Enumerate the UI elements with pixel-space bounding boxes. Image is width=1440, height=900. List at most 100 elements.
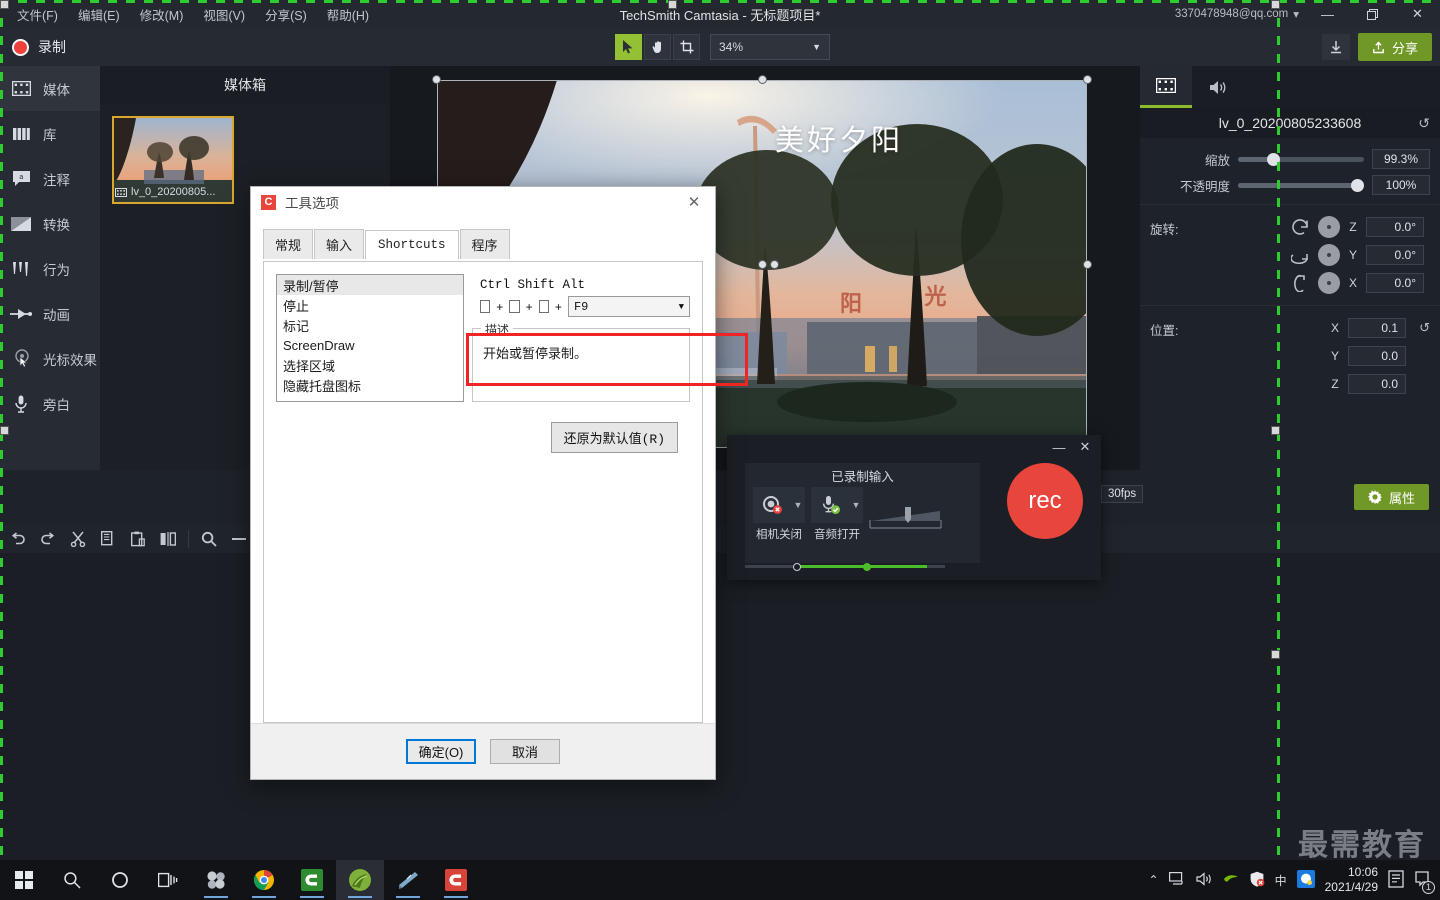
qq-icon[interactable]: [1296, 869, 1315, 891]
cancel-button[interactable]: 取消: [490, 739, 560, 764]
close-button[interactable]: ✕: [1395, 0, 1440, 28]
sidebar-item-library[interactable]: 库: [0, 111, 100, 156]
menu-view[interactable]: 视图(V): [194, 1, 254, 28]
download-button[interactable]: [1321, 34, 1350, 60]
sidebar-item-annotations[interactable]: a 注释: [0, 156, 100, 201]
ok-button[interactable]: 确定(O): [406, 739, 476, 764]
menu-edit[interactable]: 编辑(E): [69, 1, 129, 28]
paste-icon[interactable]: [124, 526, 152, 552]
restore-defaults-button[interactable]: 还原为默认值(R): [550, 422, 678, 453]
search-icon[interactable]: [195, 526, 223, 552]
cortana-icon[interactable]: [96, 860, 144, 900]
resize-handle-tl[interactable]: [432, 75, 441, 84]
opacity-value[interactable]: 100%: [1372, 175, 1430, 195]
scale-slider[interactable]: [1238, 152, 1364, 166]
list-item-select-area[interactable]: 选择区域: [277, 355, 463, 375]
alt-checkbox[interactable]: [538, 300, 549, 313]
resize-handle-tc[interactable]: [758, 75, 767, 84]
tab-shortcuts[interactable]: Shortcuts: [365, 230, 459, 259]
undo-icon[interactable]: [4, 526, 32, 552]
account-menu[interactable]: 3370478948@qq.com ▾: [1175, 7, 1305, 21]
select-tool-button[interactable]: [615, 34, 642, 60]
camera-dropdown-chevron-down-icon[interactable]: ▼: [791, 487, 805, 523]
recorder-close-button[interactable]: ✕: [1073, 437, 1097, 457]
tab-general[interactable]: 常规: [263, 229, 314, 259]
sidebar-item-voice-narration[interactable]: 旁白: [0, 381, 100, 426]
task-view-icon[interactable]: [144, 860, 192, 900]
dialog-close-button[interactable]: ✕: [673, 187, 715, 217]
start-recording-button[interactable]: rec: [1007, 463, 1083, 539]
audio-level-meter[interactable]: [869, 495, 942, 532]
shift-checkbox[interactable]: [509, 300, 520, 313]
tab-program[interactable]: 程序: [459, 229, 510, 259]
key-select[interactable]: F9 ▼: [567, 296, 691, 317]
reset-icon[interactable]: ↺: [1418, 115, 1430, 132]
list-item-stop[interactable]: 停止: [277, 295, 463, 315]
resize-handle-mr[interactable]: [1083, 260, 1092, 269]
list-item-record-pause[interactable]: 录制/暂停: [277, 275, 463, 295]
zoom-out-icon[interactable]: [225, 526, 253, 552]
sticky-notes-icon[interactable]: [384, 860, 432, 900]
properties-button[interactable]: 属性: [1353, 484, 1429, 510]
menu-modify[interactable]: 修改(M): [131, 1, 193, 28]
position-z-value[interactable]: 0.0: [1348, 374, 1406, 394]
copy-icon[interactable]: [94, 526, 122, 552]
tab-inputs[interactable]: 输入: [314, 229, 365, 259]
menu-help[interactable]: 帮助(H): [318, 1, 378, 28]
list-item-hide-tray-icon[interactable]: 隐藏托盘图标: [277, 375, 463, 395]
ime-icon[interactable]: 中: [1275, 872, 1287, 889]
network-icon[interactable]: [1168, 871, 1186, 889]
zoom-level-select[interactable]: 34% ▼: [710, 34, 830, 60]
volume-icon[interactable]: [1195, 871, 1213, 889]
sidebar-item-cursor-effects[interactable]: 光标效果: [0, 336, 100, 381]
resize-handle-tr[interactable]: [1083, 75, 1092, 84]
split-icon[interactable]: [154, 526, 182, 552]
windows-start-icon[interactable]: [0, 860, 48, 900]
rotation-z-dial[interactable]: [1318, 216, 1340, 238]
notification-icon[interactable]: 1: [1414, 870, 1435, 894]
app-icon[interactable]: [192, 860, 240, 900]
wallpaper-app-icon[interactable]: [336, 860, 384, 900]
minimize-button[interactable]: —: [1305, 0, 1350, 28]
nvidia-icon[interactable]: [1223, 873, 1239, 888]
camera-toggle[interactable]: ▼: [753, 487, 805, 523]
camtasia-green-icon[interactable]: [288, 860, 336, 900]
rotation-x-value[interactable]: 0.0°: [1366, 273, 1424, 293]
center-handle[interactable]: [770, 260, 779, 269]
media-bin-item[interactable]: lv_0_20200805...: [112, 116, 234, 204]
search-icon[interactable]: [48, 860, 96, 900]
sidebar-item-transitions[interactable]: 转换: [0, 201, 100, 246]
cut-icon[interactable]: [64, 526, 92, 552]
chevron-up-icon[interactable]: ⌃: [1149, 873, 1159, 887]
notes-icon[interactable]: [1388, 869, 1404, 891]
menu-share[interactable]: 分享(S): [256, 1, 316, 28]
sidebar-item-animations[interactable]: 动画: [0, 291, 100, 336]
ctrl-checkbox[interactable]: [480, 300, 491, 313]
crop-tool-button[interactable]: [673, 34, 700, 60]
tab-audio-properties[interactable]: [1192, 66, 1244, 108]
recorder-minimize-button[interactable]: —: [1047, 437, 1071, 457]
sidebar-item-media[interactable]: 媒体: [0, 66, 100, 111]
audio-volume-knob[interactable]: [863, 562, 871, 571]
audio-toggle[interactable]: ▼: [811, 487, 863, 523]
rotation-z-value[interactable]: 0.0°: [1366, 217, 1424, 237]
redo-icon[interactable]: [34, 526, 62, 552]
hand-tool-button[interactable]: [644, 34, 671, 60]
camtasia-red-icon[interactable]: [432, 860, 480, 900]
rotate-handle[interactable]: [758, 260, 767, 269]
scale-value[interactable]: 99.3%: [1372, 149, 1430, 169]
chrome-icon[interactable]: [240, 860, 288, 900]
rotation-y-dial[interactable]: [1318, 244, 1340, 266]
shortcut-list[interactable]: 录制/暂停 停止 标记 ScreenDraw 选择区域 隐藏托盘图标: [276, 274, 464, 402]
position-x-value[interactable]: 0.1: [1348, 318, 1406, 338]
position-y-value[interactable]: 0.0: [1348, 346, 1406, 366]
security-icon[interactable]: [1249, 871, 1265, 890]
volume-track[interactable]: [745, 562, 945, 571]
tab-visual-properties[interactable]: [1140, 66, 1192, 108]
camera-volume-knob[interactable]: [793, 562, 801, 571]
rotation-x-dial[interactable]: [1318, 272, 1340, 294]
opacity-slider[interactable]: [1238, 178, 1365, 192]
audio-dropdown-chevron-down-icon[interactable]: ▼: [849, 487, 863, 523]
menu-file[interactable]: 文件(F): [8, 1, 67, 28]
maximize-button[interactable]: [1350, 0, 1395, 28]
